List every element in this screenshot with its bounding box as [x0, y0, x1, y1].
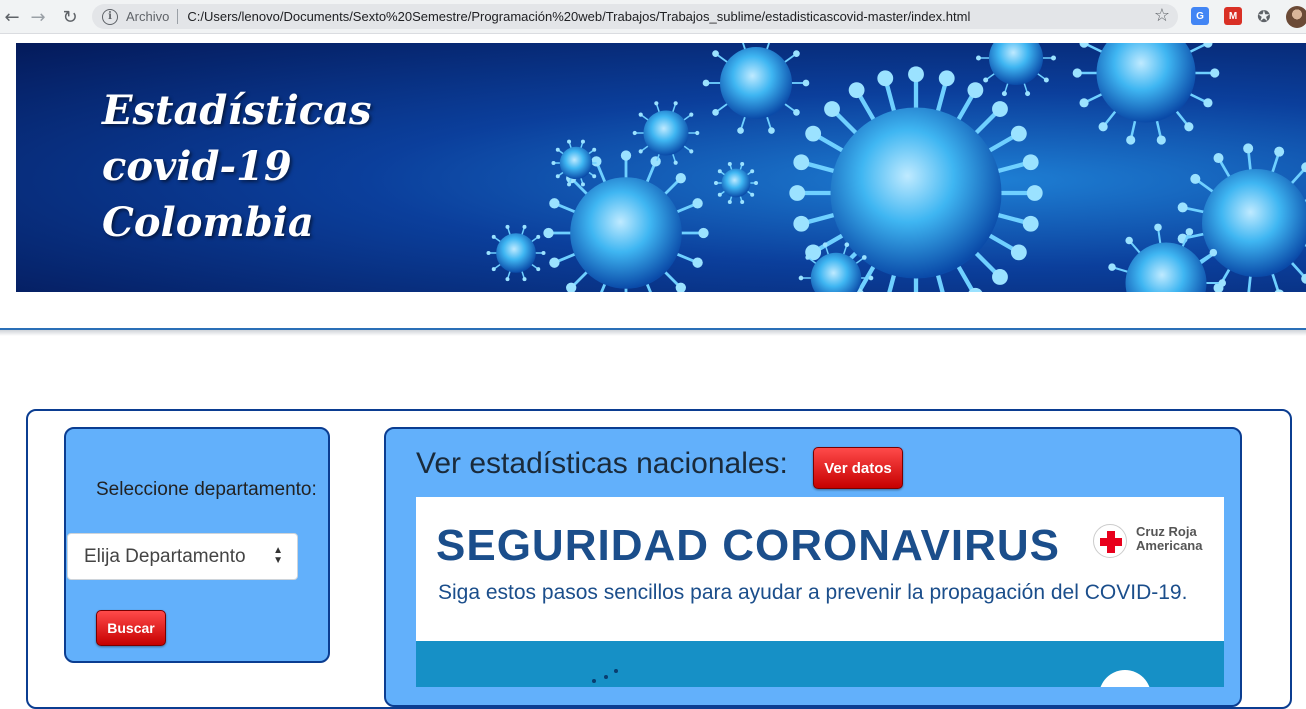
- reload-icon[interactable]: ↻: [58, 5, 82, 29]
- address-bar[interactable]: i Archivo C:/Users/lenovo/Documents/Sext…: [92, 4, 1178, 29]
- infographic-subtitle: Siga estos pasos sencillos para ayudar a…: [438, 581, 1187, 605]
- national-stats-heading: Ver estadísticas nacionales:: [416, 447, 788, 481]
- divider-shadow: [0, 330, 1306, 336]
- star-icon[interactable]: ☆: [1154, 5, 1170, 26]
- search-button[interactable]: Buscar: [96, 610, 166, 646]
- red-cross-logo: [1093, 524, 1127, 558]
- department-label: Seleccione departamento:: [96, 479, 317, 501]
- red-cross-logo-text: Cruz RojaAmericana: [1136, 525, 1202, 553]
- banner-title-line-3: Colombia: [102, 195, 372, 251]
- band-circle: [1099, 670, 1151, 687]
- forward-arrow-icon[interactable]: →: [26, 5, 50, 29]
- virus-particle: [976, 43, 1056, 96]
- banner-title-line-1: Estadísticas: [102, 83, 372, 139]
- back-arrow-icon[interactable]: ←: [0, 5, 24, 29]
- translate-icon[interactable]: G: [1191, 7, 1209, 25]
- infographic-band: [416, 641, 1224, 687]
- virus-particle: [487, 225, 546, 281]
- site-label: Archivo: [126, 9, 169, 24]
- band-dot: [614, 669, 618, 673]
- select-arrows-icon: ▲▼: [273, 546, 283, 566]
- extension-icon[interactable]: M: [1224, 7, 1242, 25]
- virus-particle: [714, 162, 758, 204]
- virus-particle: [703, 43, 810, 134]
- url-text[interactable]: C:/Users/lenovo/Documents/Sexto%20Semest…: [187, 9, 970, 24]
- profile-avatar[interactable]: [1286, 6, 1306, 28]
- header-banner: Estadísticas covid-19 Colombia: [16, 43, 1306, 292]
- puzzle-icon[interactable]: ✪: [1255, 7, 1273, 25]
- banner-title: Estadísticas covid-19 Colombia: [102, 83, 372, 251]
- infographic-title: SEGURIDAD CORONAVIRUS: [436, 521, 1060, 571]
- omnibox-separator: [177, 9, 178, 24]
- browser-toolbar: ← → ↻ i Archivo C:/Users/lenovo/Document…: [0, 0, 1306, 34]
- info-icon[interactable]: i: [102, 9, 118, 25]
- department-select-value: Elija Departamento: [84, 546, 246, 568]
- band-dot: [604, 675, 608, 679]
- virus-particle: [633, 101, 700, 165]
- band-dot: [592, 679, 596, 683]
- banner-title-line-2: covid-19: [102, 139, 372, 195]
- department-panel: Seleccione departamento: Elija Departame…: [64, 427, 330, 663]
- department-select[interactable]: Elija Departamento ▲▼: [67, 533, 298, 580]
- view-data-button[interactable]: Ver datos: [813, 447, 903, 489]
- virus-particle: [1073, 43, 1220, 145]
- safety-infographic: SEGURIDAD CORONAVIRUS Cruz RojaAmericana…: [416, 497, 1224, 687]
